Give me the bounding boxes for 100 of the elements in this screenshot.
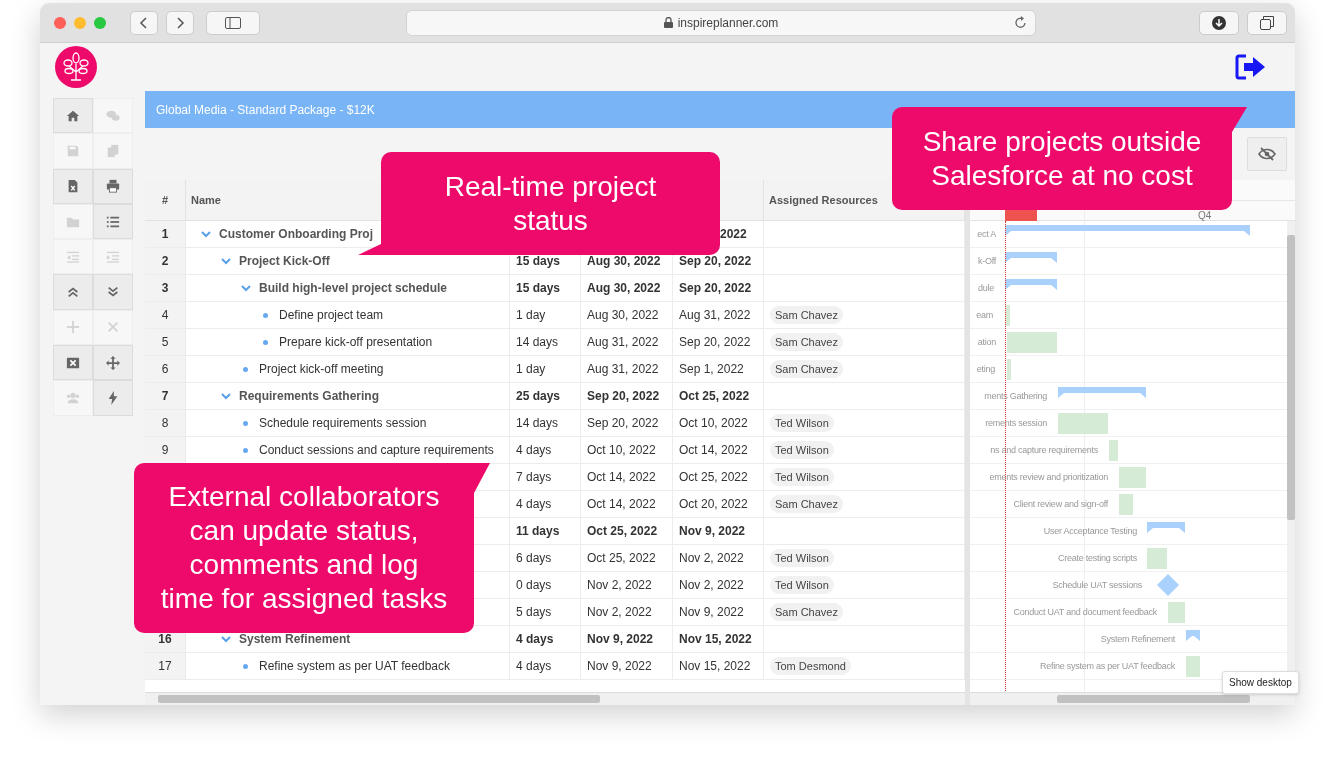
gantt-label: ect A xyxy=(977,229,996,239)
resource-chip: Ted Wilson xyxy=(770,441,834,459)
task-bar xyxy=(1119,494,1133,515)
toolbar-button[interactable] xyxy=(93,380,133,416)
toolbar-button[interactable] xyxy=(93,203,133,240)
gantt-label: User Acceptance Testing xyxy=(1043,526,1137,536)
chevron-right-icon xyxy=(175,16,185,29)
gantt-label: Schedule UAT sessions xyxy=(1052,580,1142,590)
row-number: 1 xyxy=(161,227,169,241)
resource-chip: Ted Wilson xyxy=(770,414,834,432)
gantt-label: dule xyxy=(978,283,994,293)
start-date-cell: Oct 14, 2022 xyxy=(587,497,656,511)
duration-cell: 1 day xyxy=(516,308,546,322)
duration-cell: 25 days xyxy=(516,389,561,403)
row-number: 4 xyxy=(161,308,169,322)
toolbar-button[interactable] xyxy=(53,345,93,381)
row-number: 2 xyxy=(161,254,169,268)
horizontal-scrollbar[interactable] xyxy=(970,692,1295,705)
gantt-label: eam xyxy=(976,310,993,320)
finish-date-cell: Oct 10, 2022 xyxy=(679,416,748,430)
finish-date-cell: Aug 31, 2022 xyxy=(679,308,751,322)
chevron-icon[interactable] xyxy=(220,633,232,645)
gantt-label: ments Gathering xyxy=(984,391,1047,401)
gantt-label: Refine system as per UAT feedback xyxy=(1040,661,1175,671)
task-name: Customer Onboarding Proj xyxy=(219,227,373,241)
hide-button[interactable] xyxy=(1247,137,1287,171)
start-date-cell: Aug 31, 2022 xyxy=(587,362,659,376)
finish-date-cell: Oct 20, 2022 xyxy=(679,497,748,511)
toolbar-button[interactable] xyxy=(53,98,93,134)
forward-button[interactable] xyxy=(166,10,194,35)
home-icon xyxy=(66,108,80,123)
task-bar xyxy=(1147,548,1167,569)
row-number: 16 xyxy=(158,632,172,646)
bullet-icon xyxy=(243,366,248,372)
summary-bar xyxy=(1005,252,1057,263)
bullet-icon xyxy=(243,663,248,669)
task-bar xyxy=(1005,305,1010,326)
logout-icon[interactable] xyxy=(1235,54,1267,80)
close-window-icon[interactable] xyxy=(54,16,66,29)
reload-icon[interactable] xyxy=(1015,15,1027,29)
gantt-label: rements session xyxy=(985,418,1047,428)
toolbar-button[interactable] xyxy=(93,274,133,310)
toolbar-button[interactable] xyxy=(93,345,133,381)
task-bar xyxy=(1058,413,1108,434)
start-date-cell: Nov 9, 2022 xyxy=(587,659,652,673)
outdent-icon xyxy=(66,249,80,264)
bullet-icon xyxy=(243,420,248,426)
chat-icon xyxy=(106,108,120,123)
back-button[interactable] xyxy=(130,10,158,35)
chevron-icon[interactable] xyxy=(240,282,252,294)
start-date-cell: Aug 31, 2022 xyxy=(587,335,659,349)
maximize-window-icon[interactable] xyxy=(94,16,106,29)
toolbar-button[interactable] xyxy=(93,168,133,204)
duration-cell: 4 days xyxy=(516,659,552,673)
remove-icon xyxy=(106,320,120,335)
tooltip: Show desktop xyxy=(1222,671,1299,694)
sidebar-button[interactable] xyxy=(206,10,260,35)
chevron-icon[interactable] xyxy=(220,255,232,267)
start-date-cell: Aug 30, 2022 xyxy=(587,281,661,295)
duration-cell: 6 days xyxy=(516,551,552,565)
gantt-label: Client review and sign-off xyxy=(1013,499,1108,509)
task-name: Project Kick-Off xyxy=(239,254,330,268)
gantt-label: System Refinement xyxy=(1100,634,1175,644)
callout: Share projects outside Salesforce at no cost xyxy=(892,107,1247,210)
add-icon xyxy=(66,320,80,335)
tabs-icon xyxy=(1260,15,1274,30)
gantt-label: eting xyxy=(976,364,995,374)
chevron-icon[interactable] xyxy=(220,390,232,402)
task-bar xyxy=(1119,467,1146,488)
chevron-icon[interactable] xyxy=(200,228,212,240)
horizontal-scrollbar[interactable] xyxy=(145,692,965,705)
timeline-period: Q4 xyxy=(1198,210,1212,221)
task-name: Define project team xyxy=(279,308,384,322)
column-header: # xyxy=(161,194,169,206)
toolbar-button[interactable] xyxy=(53,168,93,204)
address-bar[interactable]: inspireplanner.com xyxy=(406,9,1036,36)
resource-chip: Sam Chavez xyxy=(770,333,843,351)
resource-chip: Ted Wilson xyxy=(770,549,834,567)
duration-cell: 14 days xyxy=(516,416,559,430)
list-icon xyxy=(106,214,120,229)
tabs-button[interactable] xyxy=(1247,10,1287,35)
duration-cell: 5 days xyxy=(516,605,552,619)
download-icon xyxy=(1212,15,1226,30)
gantt-label: ation xyxy=(977,337,996,347)
task-bar xyxy=(1007,332,1057,353)
task-name: System Refinement xyxy=(239,632,351,646)
start-date-cell: Aug 30, 2022 xyxy=(587,308,659,322)
clear-icon xyxy=(66,355,80,370)
download-button[interactable] xyxy=(1199,10,1239,35)
indent-icon xyxy=(106,249,120,264)
duration-cell: 4 days xyxy=(516,632,554,646)
start-date-cell: Oct 25, 2022 xyxy=(587,524,658,538)
print-icon xyxy=(106,179,120,194)
duration-cell: 14 days xyxy=(516,335,559,349)
users-icon xyxy=(66,391,80,405)
summary-bar xyxy=(1147,522,1185,533)
toolbar-button[interactable] xyxy=(53,274,93,310)
finish-date-cell: Oct 25, 2022 xyxy=(679,470,748,484)
finish-date-cell: Nov 2, 2022 xyxy=(679,578,744,592)
summary-bar xyxy=(1186,630,1200,641)
